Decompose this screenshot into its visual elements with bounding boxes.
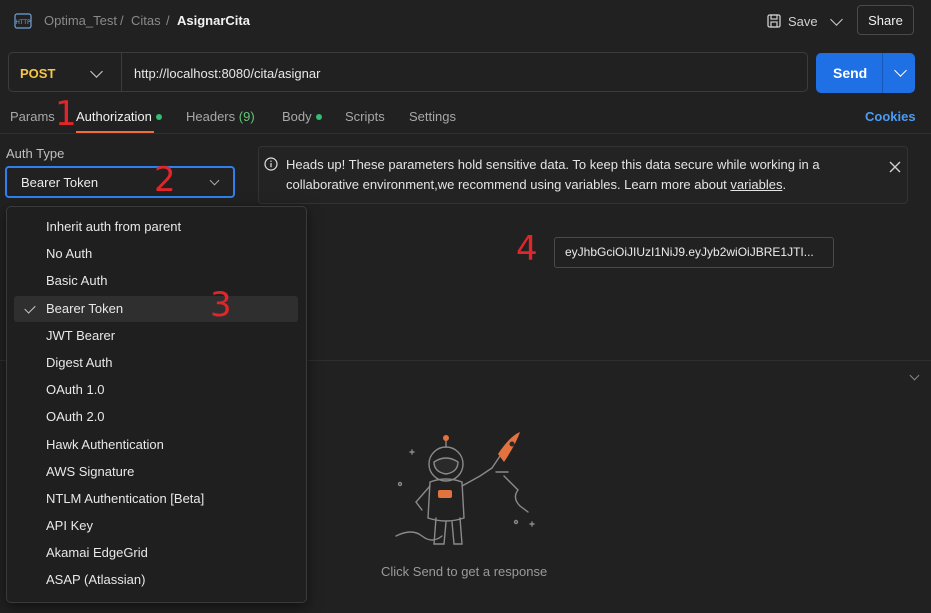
divider xyxy=(0,133,931,134)
status-dot xyxy=(155,114,162,120)
auth-option-oauth2[interactable]: OAuth 2.0 xyxy=(14,404,298,430)
svg-text:HTTP: HTTP xyxy=(15,19,31,26)
annotation-2: 2 xyxy=(154,160,176,200)
tab-label: Body xyxy=(282,109,312,124)
breadcrumb-separator: / xyxy=(120,13,124,28)
option-label: Bearer Token xyxy=(46,301,124,316)
headers-count: (9) xyxy=(238,109,255,124)
send-button-label[interactable]: Send xyxy=(833,65,867,81)
status-dot xyxy=(315,114,322,120)
page-title[interactable]: AsignarCita xyxy=(177,13,250,28)
auth-option-jwt-bearer[interactable]: JWT Bearer xyxy=(14,323,298,349)
http-icon: HTTP xyxy=(14,13,32,29)
auth-option-no-auth[interactable]: No Auth xyxy=(14,241,298,267)
url-input[interactable]: http://localhost:8080/cita/asignar xyxy=(134,66,320,81)
alert-line-1: Heads up! These parameters hold sensitiv… xyxy=(286,157,820,172)
auth-option-aws[interactable]: AWS Signature xyxy=(14,459,298,485)
breadcrumb-folder[interactable]: Citas xyxy=(131,13,161,28)
auth-type-value[interactable]: Bearer Token xyxy=(21,175,98,190)
empty-response-message: Click Send to get a response xyxy=(381,564,548,579)
info-icon xyxy=(264,157,278,171)
tab-label: Headers xyxy=(186,109,236,124)
auth-option-inherit[interactable]: Inherit auth from parent xyxy=(14,214,298,240)
cookies-link[interactable]: Cookies xyxy=(865,109,916,124)
tab-settings[interactable]: Settings xyxy=(409,109,456,124)
tab-headers[interactable]: Headers (9) xyxy=(186,109,255,124)
auth-option-akamai[interactable]: Akamai EdgeGrid xyxy=(14,540,298,566)
check-icon xyxy=(24,302,36,314)
auth-option-oauth1[interactable]: OAuth 1.0 xyxy=(14,377,298,403)
save-button[interactable]: Save xyxy=(766,10,818,32)
tab-body[interactable]: Body xyxy=(282,109,322,124)
annotation-4: 4 xyxy=(516,229,538,269)
save-label: Save xyxy=(788,13,818,29)
annotation-3: 3 xyxy=(210,285,232,325)
alert-suffix: . xyxy=(782,177,787,192)
auth-option-bearer-token[interactable]: Bearer Token xyxy=(14,296,298,322)
auth-option-ntlm[interactable]: NTLM Authentication [Beta] xyxy=(14,486,298,512)
astronaut-illustration-icon xyxy=(395,432,535,545)
breadcrumb-separator: / xyxy=(166,13,170,28)
save-icon xyxy=(767,14,781,28)
annotation-1: 1 xyxy=(55,94,77,134)
collapse-chevron-icon[interactable] xyxy=(909,370,920,381)
divider xyxy=(882,53,883,93)
breadcrumb-collection[interactable]: Optima_Test xyxy=(44,13,117,28)
save-options-chevron-icon[interactable] xyxy=(830,13,843,26)
method-select[interactable]: POST xyxy=(20,66,55,81)
divider xyxy=(121,53,122,91)
auth-option-hawk[interactable]: Hawk Authentication xyxy=(14,432,298,458)
alert-line-2: collaborative environment,we recommend u… xyxy=(286,177,727,192)
auth-type-label: Auth Type xyxy=(6,146,65,161)
auth-option-api-key[interactable]: API Key xyxy=(14,513,298,539)
variables-link[interactable]: variables xyxy=(730,177,782,192)
tab-authorization[interactable]: Authorization xyxy=(76,109,162,124)
request-bar xyxy=(8,52,808,92)
auth-option-digest[interactable]: Digest Auth xyxy=(14,350,298,376)
share-button[interactable]: Share xyxy=(857,5,914,35)
auth-option-basic[interactable]: Basic Auth xyxy=(14,268,298,294)
close-icon[interactable] xyxy=(888,160,902,174)
auth-option-asap[interactable]: ASAP (Atlassian) xyxy=(14,567,298,593)
tab-params[interactable]: Params xyxy=(10,109,55,124)
alert-message: Heads up! These parameters hold sensitiv… xyxy=(286,155,846,195)
token-input[interactable]: eyJhbGciOiJIUzI1NiJ9.eyJyb2wiOiJBRE1JTI.… xyxy=(554,237,834,268)
tab-label: Authorization xyxy=(76,109,152,124)
tab-scripts[interactable]: Scripts xyxy=(345,109,385,124)
